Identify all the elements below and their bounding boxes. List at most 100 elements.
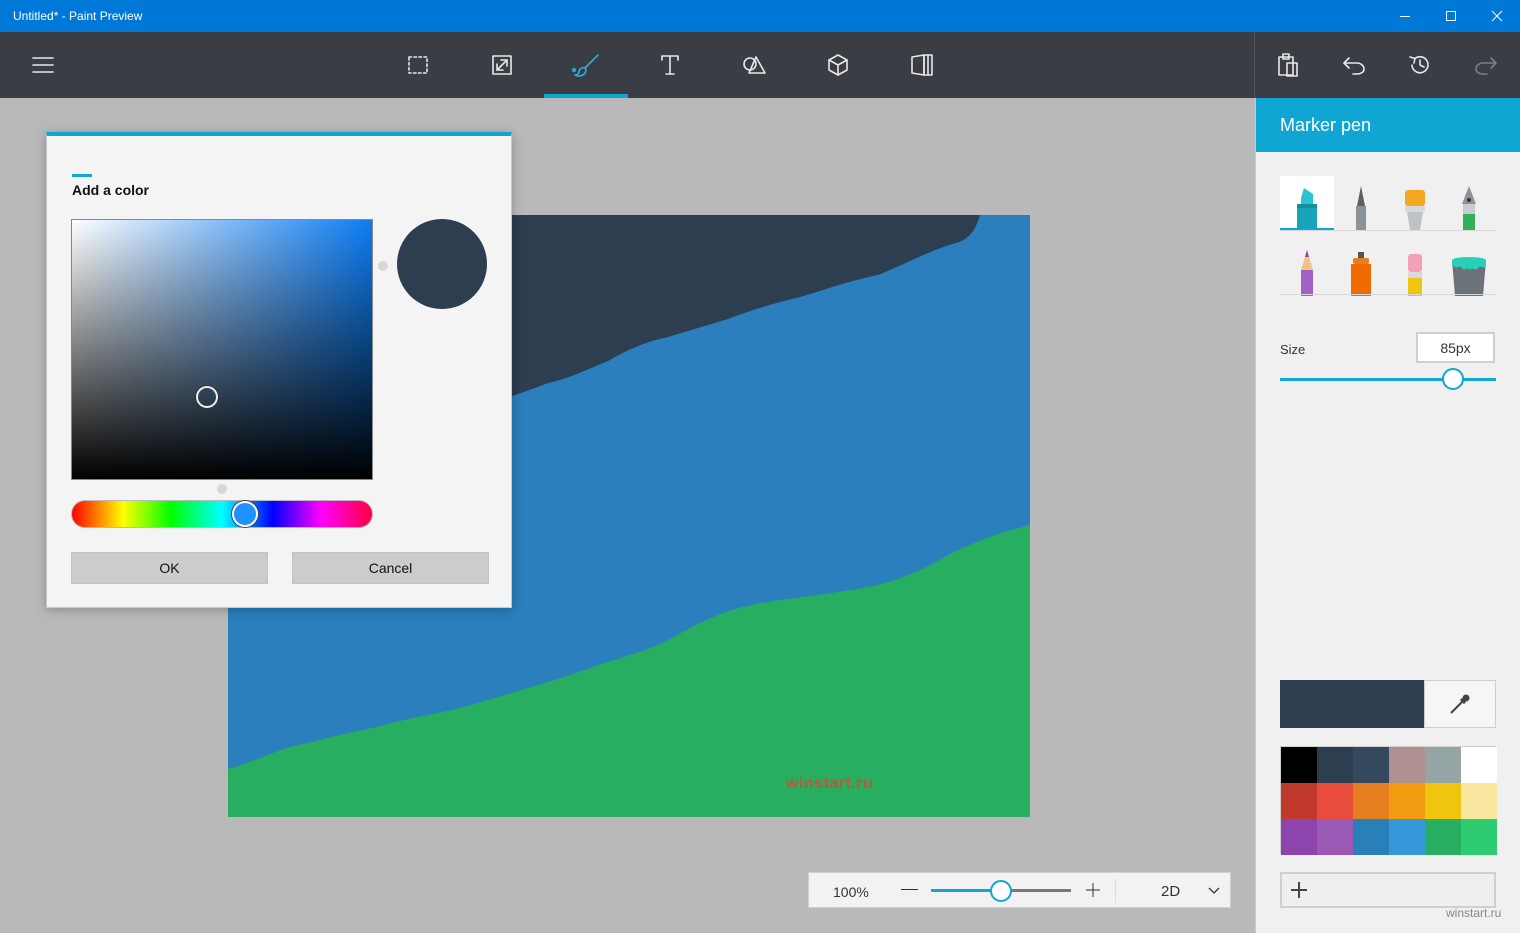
tool-2d-shapes[interactable] — [712, 32, 796, 98]
cube-icon — [828, 54, 848, 76]
plus-icon — [1291, 882, 1307, 898]
eraser-icon — [1408, 254, 1422, 296]
paste-button[interactable] — [1255, 32, 1321, 98]
size-input[interactable]: 85px — [1416, 332, 1495, 363]
palette-swatch[interactable] — [1425, 819, 1461, 855]
brush-icon — [571, 54, 599, 77]
brush-marker[interactable] — [1280, 176, 1334, 230]
minimize-icon — [1400, 16, 1410, 17]
palette-swatch[interactable] — [1281, 783, 1317, 819]
text-T-icon — [661, 55, 679, 75]
palette-swatch[interactable] — [1317, 819, 1353, 855]
undo-icon — [1343, 57, 1365, 75]
hamburger-icon — [32, 57, 54, 73]
palette-swatch[interactable] — [1425, 783, 1461, 819]
redo-icon — [1475, 57, 1497, 75]
site-watermark: winstart.ru — [1446, 906, 1502, 920]
hue-slider[interactable] — [71, 500, 373, 528]
current-color-swatch[interactable] — [1280, 680, 1424, 728]
brush-panel: Marker pen Size 85px winstart.ru — [1255, 98, 1520, 933]
history-icon — [1409, 55, 1429, 74]
ok-button[interactable]: OK — [71, 552, 268, 584]
select-dashed-rect-icon — [408, 56, 428, 74]
maximize-button[interactable] — [1428, 0, 1474, 32]
brush-fill[interactable] — [1442, 242, 1496, 296]
brush-row-divider — [1280, 230, 1496, 231]
hue-slider-knob[interactable] — [232, 501, 258, 527]
pencil-icon — [1301, 250, 1313, 296]
palette-swatch[interactable] — [1317, 783, 1353, 819]
brush-oil[interactable] — [1388, 176, 1442, 230]
color-preview — [397, 219, 487, 309]
sv-picker-cursor[interactable] — [196, 386, 218, 408]
cancel-button[interactable]: Cancel — [292, 552, 489, 584]
tool-3d-objects[interactable] — [796, 32, 880, 98]
oil-brush-icon — [1405, 190, 1425, 230]
redo-button[interactable] — [1453, 32, 1519, 98]
palette-swatch[interactable] — [1317, 747, 1353, 783]
zoom-out-icon[interactable] — [901, 889, 918, 890]
preview-indicator-dot — [378, 261, 388, 271]
size-label: Size — [1280, 342, 1306, 357]
add-color-dialog: Add a color OK Cancel — [46, 132, 512, 608]
saturation-value-picker[interactable] — [71, 219, 373, 480]
fill-bucket-icon — [1452, 257, 1486, 296]
tool-text[interactable] — [628, 32, 712, 98]
tool-select[interactable] — [376, 32, 460, 98]
dialog-title: Add a color — [72, 182, 150, 198]
palette-swatch[interactable] — [1461, 783, 1497, 819]
calligraphy-pen-icon — [1356, 186, 1366, 230]
history-button[interactable] — [1387, 32, 1453, 98]
tool-resize[interactable] — [460, 32, 544, 98]
main-toolbar — [0, 32, 1520, 98]
canvas-watermark: winstart.ru — [786, 775, 874, 792]
brush-fountain-pen[interactable] — [1442, 176, 1496, 230]
color-palette — [1280, 746, 1497, 855]
chevron-down-icon[interactable] — [1207, 884, 1221, 898]
brush-calligraphy-pen[interactable] — [1334, 176, 1388, 230]
palette-swatch[interactable] — [1425, 747, 1461, 783]
palette-swatch[interactable] — [1389, 783, 1425, 819]
palette-swatch[interactable] — [1461, 819, 1497, 855]
eyedropper-button[interactable] — [1424, 680, 1496, 728]
brush-eraser[interactable] — [1388, 242, 1442, 296]
size-slider-knob[interactable] — [1441, 368, 1464, 390]
paste-icon — [1278, 53, 1298, 77]
zoom-in-icon[interactable] — [1085, 882, 1101, 898]
undo-button[interactable] — [1321, 32, 1387, 98]
close-icon — [1491, 10, 1503, 22]
window-title: Untitled* - Paint Preview — [13, 9, 143, 23]
palette-swatch[interactable] — [1281, 819, 1317, 855]
zoom-value: 100% — [833, 884, 869, 900]
menu-button[interactable] — [1, 32, 85, 98]
add-color-button[interactable] — [1280, 872, 1496, 908]
maximize-icon — [1446, 11, 1456, 21]
close-button[interactable] — [1474, 0, 1520, 32]
tool-brushes[interactable] — [544, 32, 628, 98]
view-mode-value[interactable]: 2D — [1161, 883, 1180, 900]
minimize-button[interactable] — [1382, 0, 1428, 32]
panel-title: Marker pen — [1280, 115, 1372, 135]
palette-swatch[interactable] — [1353, 819, 1389, 855]
zoom-separator — [1115, 879, 1116, 903]
zoom-slider-knob[interactable] — [990, 880, 1012, 902]
tool-stickers[interactable] — [880, 32, 964, 98]
brush-row-divider — [1280, 294, 1496, 295]
title-bar: Untitled* - Paint Preview — [0, 0, 1520, 32]
marker-icon — [1297, 188, 1317, 230]
dialog-accent — [72, 174, 92, 177]
hue-indicator-dot — [217, 484, 227, 494]
palette-swatch[interactable] — [1461, 747, 1497, 783]
zoom-bar: 100% 2D — [808, 872, 1231, 908]
palette-swatch[interactable] — [1389, 747, 1425, 783]
palette-swatch[interactable] — [1281, 747, 1317, 783]
spray-can-icon — [1351, 252, 1371, 296]
palette-swatch[interactable] — [1353, 783, 1389, 819]
palette-swatch[interactable] — [1353, 747, 1389, 783]
fountain-pen-icon — [1462, 186, 1476, 230]
palette-swatch[interactable] — [1389, 819, 1425, 855]
brush-pencil[interactable] — [1280, 242, 1334, 296]
brush-spray-can[interactable] — [1334, 242, 1388, 296]
book-icon — [911, 54, 933, 76]
resize-arrows-icon — [492, 55, 512, 75]
